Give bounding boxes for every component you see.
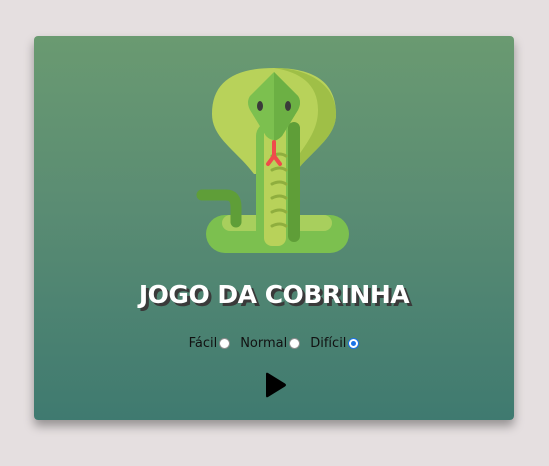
difficulty-radio-normal[interactable] (289, 338, 301, 349)
difficulty-option-normal[interactable]: Normal (240, 336, 301, 351)
difficulty-label-dificil: Difícil (310, 336, 347, 351)
game-start-card: JOGO DA COBRINHA Fácil Normal Difícil (34, 36, 514, 420)
difficulty-label-facil: Fácil (188, 336, 218, 351)
game-title: JOGO DA COBRINHA (138, 280, 410, 309)
cobra-snake-icon (196, 68, 349, 253)
difficulty-selector: Fácil Normal Difícil (34, 336, 514, 351)
difficulty-option-facil[interactable]: Fácil (189, 336, 231, 351)
difficulty-radio-dificil[interactable] (348, 338, 360, 349)
difficulty-radio-facil[interactable] (219, 338, 231, 349)
play-icon[interactable] (263, 372, 287, 398)
difficulty-label-normal: Normal (240, 336, 288, 351)
difficulty-option-dificil[interactable]: Difícil (310, 336, 360, 351)
